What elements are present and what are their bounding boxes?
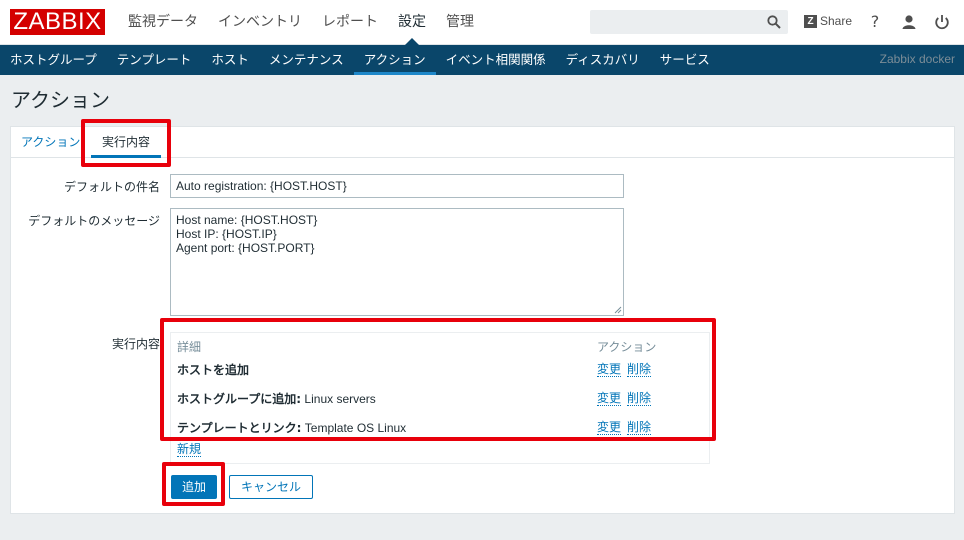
menu-reports[interactable]: レポート bbox=[312, 0, 388, 45]
subnav-host-groups[interactable]: ホストグループ bbox=[0, 45, 107, 75]
default-subject-input[interactable] bbox=[170, 174, 624, 198]
subnav-actions[interactable]: アクション bbox=[353, 45, 436, 75]
textarea-resize-handle[interactable] bbox=[614, 306, 622, 314]
operation-delete-link[interactable]: 削除 bbox=[627, 391, 652, 406]
zabbix-logo[interactable]: ZABBIX bbox=[10, 9, 105, 35]
new-operation-link[interactable]: 新規 bbox=[177, 442, 202, 457]
subnav-services[interactable]: サービス bbox=[650, 45, 720, 75]
page-title: アクション bbox=[11, 88, 110, 112]
menu-configuration[interactable]: 設定 bbox=[388, 0, 436, 45]
operation-title: テンプレートとリンク: bbox=[177, 421, 302, 435]
share-link[interactable]: Z Share bbox=[804, 14, 852, 28]
user-profile-icon[interactable] bbox=[899, 12, 919, 32]
subnav-event-correlation[interactable]: イベント相関関係 bbox=[436, 45, 556, 75]
tab-action[interactable]: アクション bbox=[21, 127, 80, 158]
operation-edit-link[interactable]: 変更 bbox=[597, 362, 622, 377]
zabbix-share-icon: Z bbox=[804, 14, 817, 28]
sign-out-icon[interactable] bbox=[932, 12, 952, 32]
subnav-hosts[interactable]: ホスト bbox=[201, 45, 259, 75]
tab-operations[interactable]: 実行内容 bbox=[91, 127, 161, 158]
operation-delete-link[interactable]: 削除 bbox=[627, 362, 652, 377]
search-input[interactable] bbox=[590, 10, 788, 34]
subnav-discovery[interactable]: ディスカバリ bbox=[556, 45, 650, 75]
operation-delete-link[interactable]: 削除 bbox=[627, 420, 652, 435]
operation-row: ホストを追加 bbox=[177, 361, 249, 378]
action-form: アクション 実行内容 デフォルトの件名 デフォルトのメッセージ Host nam… bbox=[10, 126, 955, 514]
operations-table: 詳細 アクション ホストを追加 変更 削除 ホストグループに追加: Linux … bbox=[170, 332, 710, 464]
sub-navigation: ホストグループ テンプレート ホスト メンテナンス アクション イベント相関関係… bbox=[0, 45, 964, 75]
help-icon[interactable]: ? bbox=[865, 12, 885, 32]
form-tabs: アクション 実行内容 bbox=[11, 127, 954, 158]
operation-detail: Template OS Linux bbox=[301, 421, 407, 435]
default-message-label: デフォルトのメッセージ bbox=[28, 214, 160, 228]
operation-row: テンプレートとリンク: Template OS Linux bbox=[177, 419, 406, 436]
cancel-button[interactable]: キャンセル bbox=[229, 475, 313, 499]
subnav-templates[interactable]: テンプレート bbox=[107, 45, 202, 75]
operations-header-details: 詳細 bbox=[177, 340, 202, 354]
menu-administration[interactable]: 管理 bbox=[436, 0, 484, 45]
top-bar: ZABBIX 監視データ インベントリ レポート 設定 管理 Z Share ? bbox=[0, 0, 964, 45]
operations-label: 実行内容 bbox=[111, 337, 160, 351]
menu-monitoring[interactable]: 監視データ bbox=[118, 0, 208, 45]
operation-title: ホストグループに追加: bbox=[177, 392, 302, 406]
subnav-maintenance[interactable]: メンテナンス bbox=[259, 45, 354, 75]
main-menu: 監視データ インベントリ レポート 設定 管理 bbox=[118, 0, 484, 45]
server-name: Zabbix docker bbox=[879, 52, 955, 66]
default-subject-label: デフォルトの件名 bbox=[63, 180, 160, 194]
operation-edit-link[interactable]: 変更 bbox=[597, 391, 622, 406]
operation-detail: Linux servers bbox=[301, 392, 376, 406]
default-message-textarea[interactable]: Host name: {HOST.HOST} Host IP: {HOST.IP… bbox=[170, 208, 624, 316]
operation-title: ホストを追加 bbox=[177, 363, 250, 377]
menu-inventory[interactable]: インベントリ bbox=[208, 0, 312, 45]
operation-edit-link[interactable]: 変更 bbox=[597, 420, 622, 435]
share-label: Share bbox=[820, 14, 853, 28]
add-button[interactable]: 追加 bbox=[171, 475, 217, 499]
operations-header-action: アクション bbox=[597, 340, 657, 354]
search-icon[interactable] bbox=[767, 15, 781, 29]
operation-row: ホストグループに追加: Linux servers bbox=[177, 390, 376, 407]
